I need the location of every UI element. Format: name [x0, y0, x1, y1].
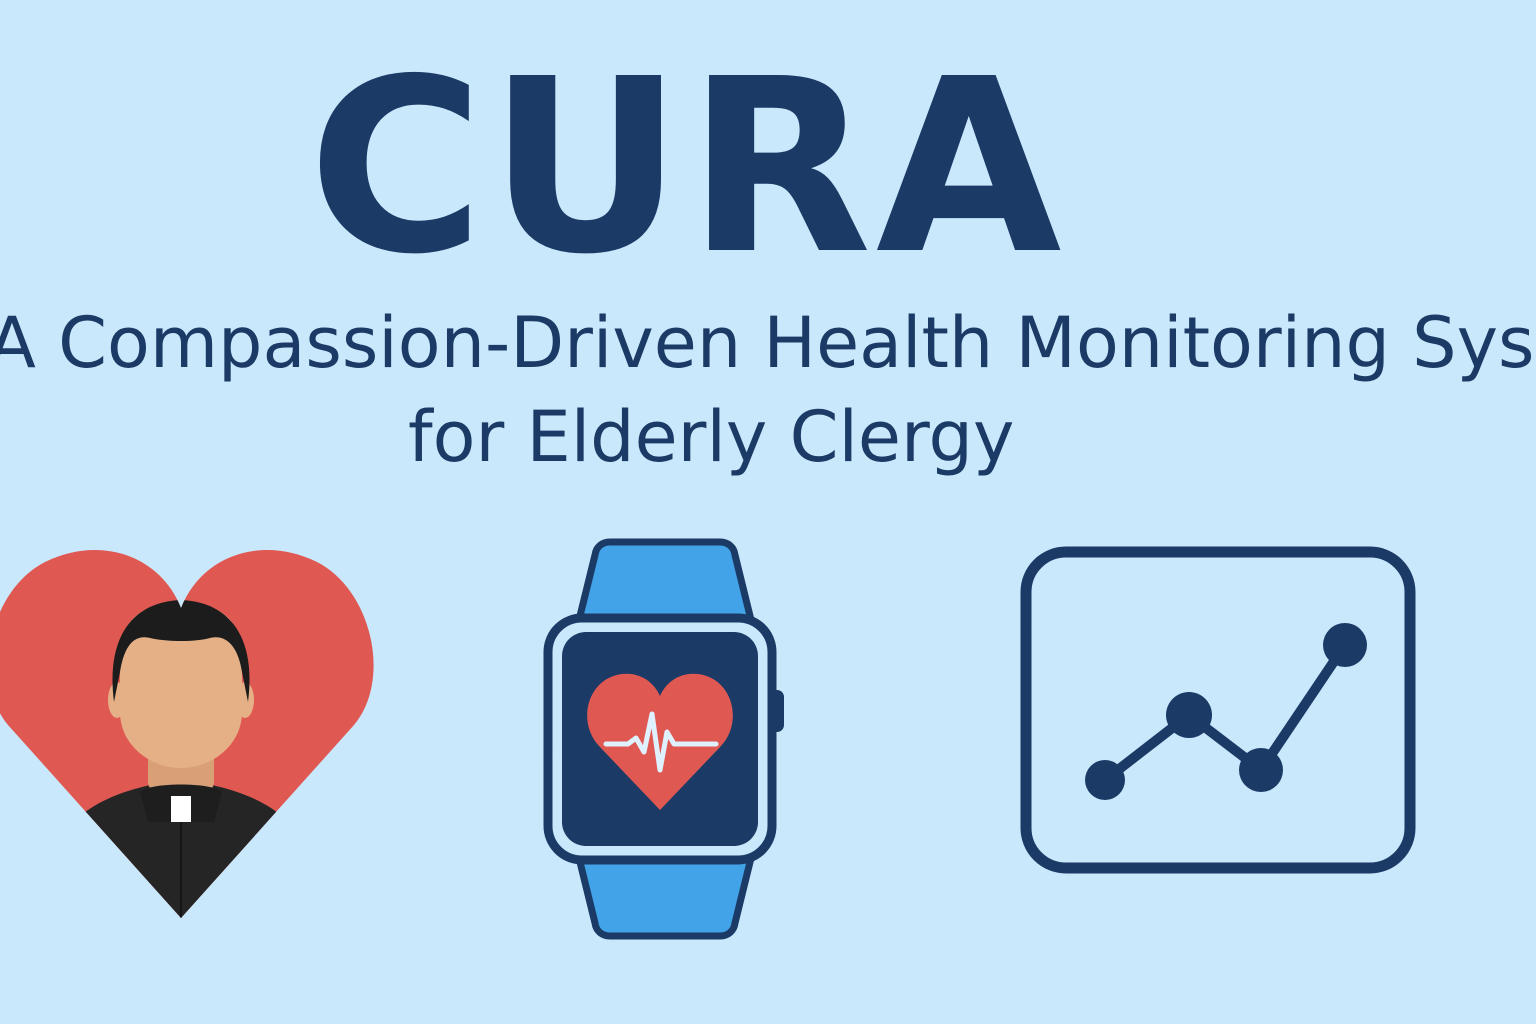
trend-point	[1085, 760, 1125, 800]
app-title: CURA	[308, 27, 1066, 307]
subtitle-line-2: for Elderly Clergy	[408, 396, 1015, 478]
trend-point	[1166, 692, 1212, 738]
watch-band-bottom	[574, 850, 756, 940]
watch-band-top	[574, 538, 756, 628]
subtitle-line-1: A Compassion-Driven Health Monitoring Sy…	[0, 302, 1536, 384]
trend-chart-icon	[1020, 546, 1416, 874]
trend-point	[1323, 623, 1367, 667]
heart-clergy-icon	[0, 550, 374, 919]
chart-frame	[1020, 546, 1416, 874]
poster: CURA A Compassion-Driven Health Monitori…	[0, 0, 1536, 1024]
smartwatch-heartbeat-icon	[543, 538, 784, 940]
trend-line	[1100, 640, 1350, 785]
trend-point	[1239, 748, 1283, 792]
